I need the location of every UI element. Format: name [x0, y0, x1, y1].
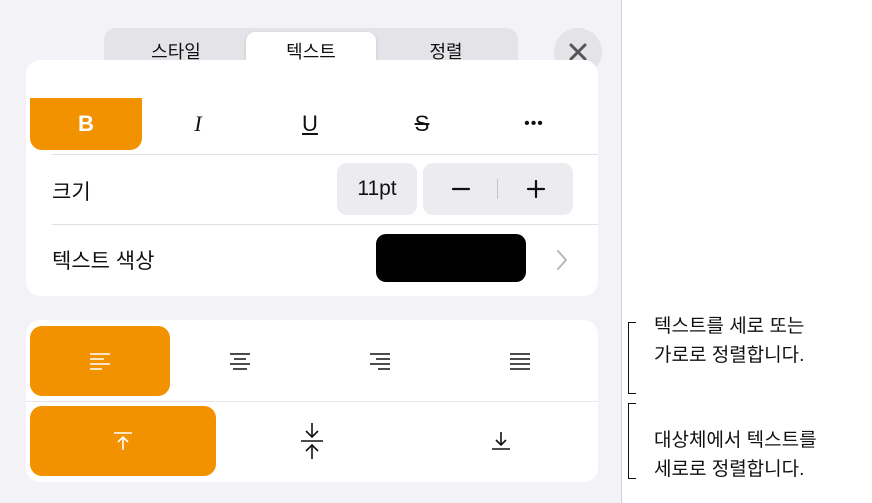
callout-horizontal-alignment: 텍스트를 세로 또는 가로로 정렬합니다. — [654, 312, 804, 370]
align-center-icon — [230, 353, 250, 370]
alignment-card — [26, 320, 598, 482]
decrease-size-button[interactable] — [423, 163, 498, 215]
divider — [26, 401, 598, 402]
align-justify-button[interactable] — [450, 326, 590, 396]
align-right-button[interactable] — [310, 326, 450, 396]
align-left-button[interactable] — [30, 326, 170, 396]
close-icon — [569, 43, 587, 61]
text-format-card: B I U S ••• 크기 11pt 텍스트 색상 — [26, 60, 598, 296]
callout-line: 세로로 정렬합니다. — [654, 459, 805, 480]
plus-icon — [526, 179, 545, 199]
align-right-icon — [370, 353, 390, 370]
more-options-button[interactable]: ••• — [478, 98, 590, 150]
divider — [52, 154, 598, 155]
align-justify-icon — [510, 353, 530, 370]
align-middle-button[interactable] — [219, 406, 405, 476]
bold-button[interactable]: B — [30, 98, 142, 150]
chevron-right-icon[interactable] — [556, 249, 568, 271]
callout-vertical-alignment: 대상체에서 텍스트를 세로로 정렬합니다. — [654, 426, 817, 484]
align-left-icon — [90, 353, 110, 370]
font-size-stepper — [423, 163, 573, 215]
format-panel: 스타일 텍스트 정렬 B I U S ••• 크기 11pt 텍스트 색상 — [0, 0, 622, 503]
increase-size-button[interactable] — [498, 163, 573, 215]
underline-button[interactable]: U — [254, 98, 366, 150]
callout-line: 대상체에서 텍스트를 — [654, 430, 817, 451]
font-size-value[interactable]: 11pt — [337, 163, 417, 215]
callout-line: 텍스트를 세로 또는 — [654, 316, 805, 337]
divider — [52, 224, 598, 225]
callout-bracket — [628, 403, 636, 479]
align-bottom-button[interactable] — [408, 406, 594, 476]
align-top-icon — [114, 432, 132, 450]
italic-button[interactable]: I — [142, 98, 254, 150]
align-bottom-icon — [492, 432, 510, 450]
align-top-button[interactable] — [30, 406, 216, 476]
text-color-swatch[interactable] — [376, 234, 526, 282]
callout-line: 가로로 정렬합니다. — [654, 345, 805, 366]
strikethrough-button[interactable]: S — [366, 98, 478, 150]
align-center-button[interactable] — [170, 326, 310, 396]
callout-bracket — [628, 322, 636, 394]
align-middle-icon — [301, 423, 323, 459]
minus-icon — [451, 187, 470, 191]
text-color-label: 텍스트 색상 — [52, 250, 155, 273]
size-label: 크기 — [52, 181, 91, 204]
